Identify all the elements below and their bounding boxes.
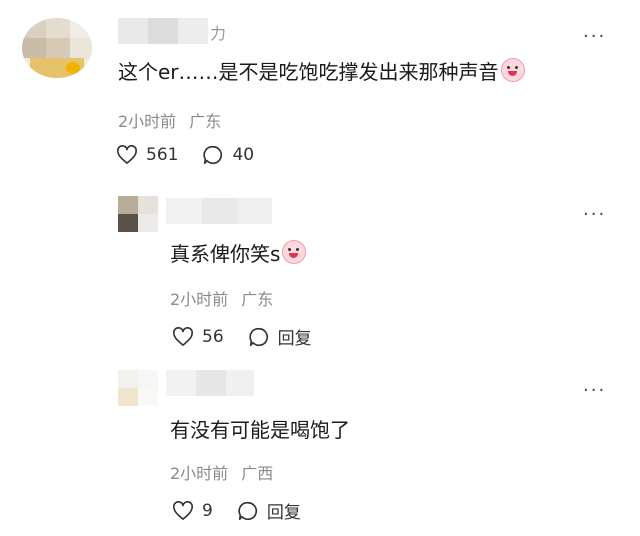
more-icon[interactable]: ··· (583, 206, 606, 224)
comment-2: ··· 真系俾你笑s 2小时前 广东 56 回复 (0, 180, 640, 360)
location: 广西 (241, 464, 274, 483)
like-count: 561 (146, 145, 179, 165)
avatar[interactable] (22, 18, 92, 78)
comment-actions: 561 40 (116, 144, 278, 166)
comment-meta: 2小时前 广东 (118, 108, 221, 132)
reply-count: 40 (232, 145, 255, 165)
username[interactable] (166, 370, 254, 396)
username-visible-char: 力 (210, 24, 227, 43)
username[interactable]: 力 (118, 18, 228, 44)
like-count: 9 (202, 500, 213, 521)
comment-1: 力 ··· 这个er……是不是吃饱吃撑发出来那种声音 2小时前 广东 561 4… (0, 0, 640, 180)
more-icon[interactable]: ··· (583, 28, 606, 46)
avatar[interactable] (118, 370, 158, 406)
comment-meta: 2小时前 广西 (170, 460, 273, 484)
reply-button[interactable]: 回复 (248, 324, 312, 349)
comment-icon (203, 145, 223, 165)
like-button[interactable]: 561 (116, 145, 178, 165)
comment-3: ··· 有没有可能是喝饱了 2小时前 广西 9 回复 (0, 360, 640, 536)
timestamp: 2小时前 (118, 112, 177, 131)
emoji-icon (500, 58, 525, 82)
heart-icon (173, 326, 193, 346)
comment-text: 这个er……是不是吃饱吃撑发出来那种声音 (118, 58, 525, 86)
like-button[interactable]: 56 (172, 327, 224, 347)
username[interactable] (166, 198, 272, 224)
timestamp: 2小时前 (170, 464, 229, 483)
like-button[interactable]: 9 (172, 501, 213, 521)
like-count: 56 (202, 326, 224, 347)
location: 广东 (241, 290, 274, 309)
comment-actions: 56 回复 (172, 324, 336, 349)
reply-label: 回复 (266, 503, 301, 523)
avatar[interactable] (118, 196, 158, 232)
timestamp: 2小时前 (170, 290, 229, 309)
emoji-icon (282, 240, 307, 264)
location: 广东 (189, 112, 222, 131)
comment-actions: 9 回复 (172, 498, 325, 523)
comment-meta: 2小时前 广东 (170, 286, 273, 310)
more-icon[interactable]: ··· (583, 382, 606, 400)
comment-text: 有没有可能是喝饱了 (170, 418, 350, 442)
heart-icon (117, 145, 137, 164)
comment-icon (238, 501, 257, 520)
heart-icon (173, 500, 193, 520)
comment-text: 真系俾你笑s (170, 240, 307, 268)
reply-button[interactable]: 40 (202, 144, 254, 166)
reply-label: 回复 (277, 329, 312, 349)
comment-icon (249, 327, 268, 346)
reply-button[interactable]: 回复 (237, 498, 301, 523)
